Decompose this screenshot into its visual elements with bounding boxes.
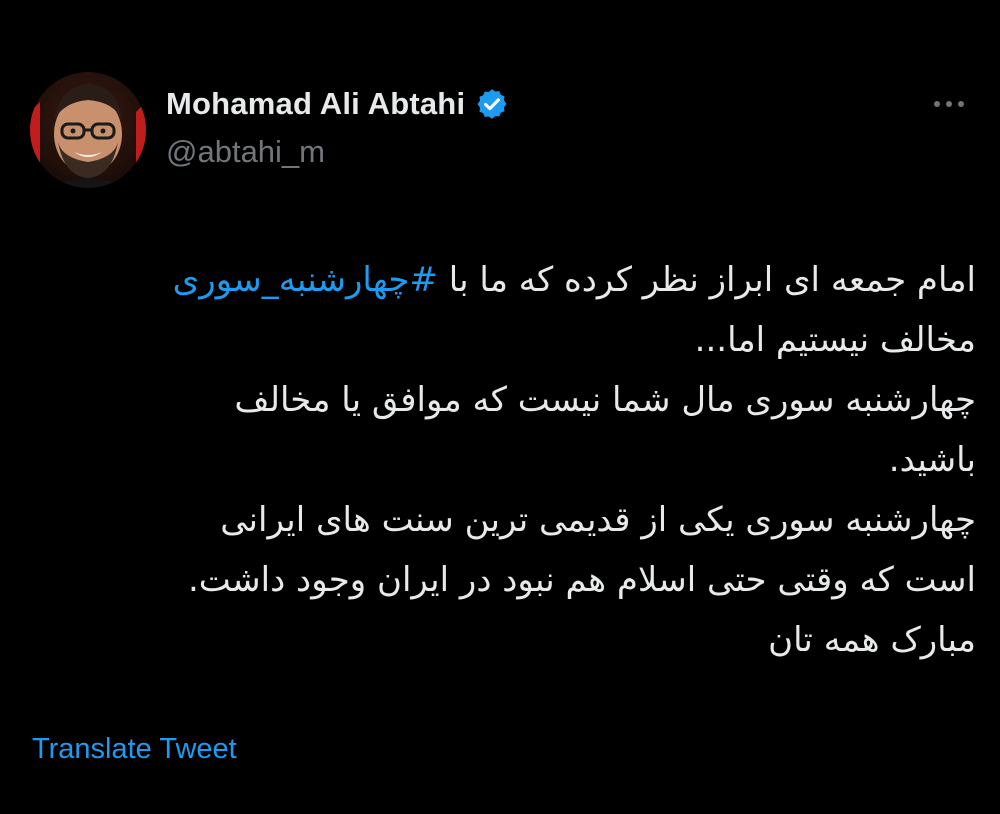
translate-tweet-link[interactable]: Translate Tweet — [32, 733, 237, 766]
verified-badge-icon — [475, 87, 509, 121]
tweet-text-segment: امام جمعه ای ابراز نظر کرده که ما با — [437, 260, 976, 300]
name-row: Mohamad Ali Abtahi — [166, 84, 866, 124]
tweet-line: چهارشنبه سوری مال شما نیست که موافق یا م… — [234, 380, 976, 420]
avatar-image — [30, 72, 146, 188]
more-options-icon-dot — [946, 101, 952, 107]
tweet-line: مبارک همه تان — [768, 620, 976, 660]
hashtag-link[interactable]: #چهارشنبه_سوری — [173, 260, 438, 300]
tweet-line: باشید. — [888, 440, 976, 480]
tweet-line: است که وقتی حتی اسلام هم نبود در ایران و… — [187, 560, 976, 600]
tweet-line: چهارشنبه سوری یکی از قدیمی ترین سنت های … — [220, 500, 976, 540]
tweet-line: امام جمعه ای ابراز نظر کرده که ما با #چه… — [30, 250, 976, 310]
tweet-card: Mohamad Ali Abtahi @abtahi_m امام جمعه ا… — [0, 0, 1000, 814]
more-options-icon — [934, 101, 940, 107]
author-display-name[interactable]: Mohamad Ali Abtahi — [166, 86, 465, 122]
tweet-header: Mohamad Ali Abtahi @abtahi_m — [166, 84, 866, 172]
author-handle[interactable]: @abtahi_m — [166, 132, 866, 172]
tweet-body: امام جمعه ای ابراز نظر کرده که ما با #چه… — [30, 250, 976, 670]
more-options-button[interactable] — [926, 90, 972, 118]
author-avatar[interactable] — [30, 72, 146, 188]
tweet-line: مخالف نیستیم اما... — [694, 320, 976, 360]
more-options-icon-dot — [958, 101, 964, 107]
